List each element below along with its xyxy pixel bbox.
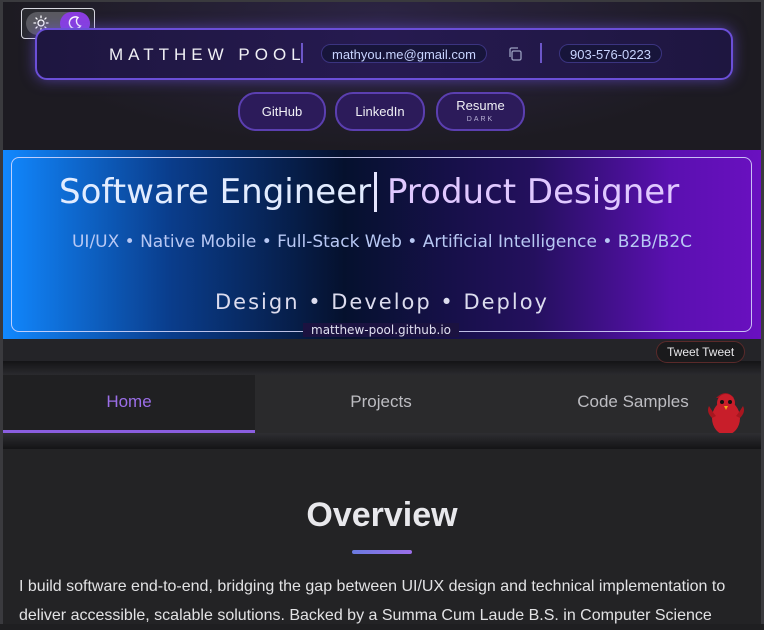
skills-line: UI/UX • Native Mobile • Full-Stack Web •… xyxy=(71,232,693,252)
hero-banner: Software Engineer Product Designer UI/UX… xyxy=(3,150,761,339)
separator-strip xyxy=(3,339,761,361)
resume-button[interactable]: Resume DARK xyxy=(436,92,525,131)
contact-bar: MATTHEW POOL mathyou.me@gmail.com 903-57… xyxy=(35,28,733,80)
linkedin-button[interactable]: LinkedIn xyxy=(335,92,425,131)
linkedin-label: LinkedIn xyxy=(355,104,405,119)
email-link[interactable]: mathyou.me@gmail.com xyxy=(321,44,487,63)
tab-home[interactable]: Home xyxy=(3,375,255,433)
divider xyxy=(301,43,303,63)
site-header: MATTHEW POOL mathyou.me@gmail.com 903-57… xyxy=(3,2,761,150)
nav-tabs: Home Projects Code Samples xyxy=(3,375,761,433)
copy-icon[interactable] xyxy=(507,46,523,62)
tagline: Design • Develop • Deploy xyxy=(215,290,549,314)
github-label: GitHub xyxy=(261,104,303,119)
heading-underline xyxy=(352,550,412,554)
overview-paragraph: I build software end-to-end, bridging th… xyxy=(19,578,726,624)
divider xyxy=(540,43,542,63)
site-url: matthew-pool.github.io xyxy=(303,323,460,337)
separator-strip xyxy=(3,361,761,375)
phone-link[interactable]: 903-576-0223 xyxy=(559,44,662,63)
resume-sublabel: DARK xyxy=(466,116,495,123)
profile-links: GitHub LinkedIn Resume DARK xyxy=(3,92,761,132)
tab-projects[interactable]: Projects xyxy=(255,375,507,433)
github-button[interactable]: GitHub xyxy=(238,92,326,131)
owner-name: MATTHEW POOL xyxy=(109,45,306,64)
separator-strip xyxy=(3,433,761,449)
title-software-engineer: Software Engineer xyxy=(59,172,372,212)
title-divider xyxy=(374,172,377,212)
resume-label: Resume xyxy=(456,98,505,113)
main-content: Overview I build software end-to-end, br… xyxy=(3,449,761,624)
tweet-bubble: Tweet Tweet xyxy=(656,341,746,363)
title-product-designer: Product Designer xyxy=(387,172,680,212)
section-heading: Overview xyxy=(306,496,458,534)
